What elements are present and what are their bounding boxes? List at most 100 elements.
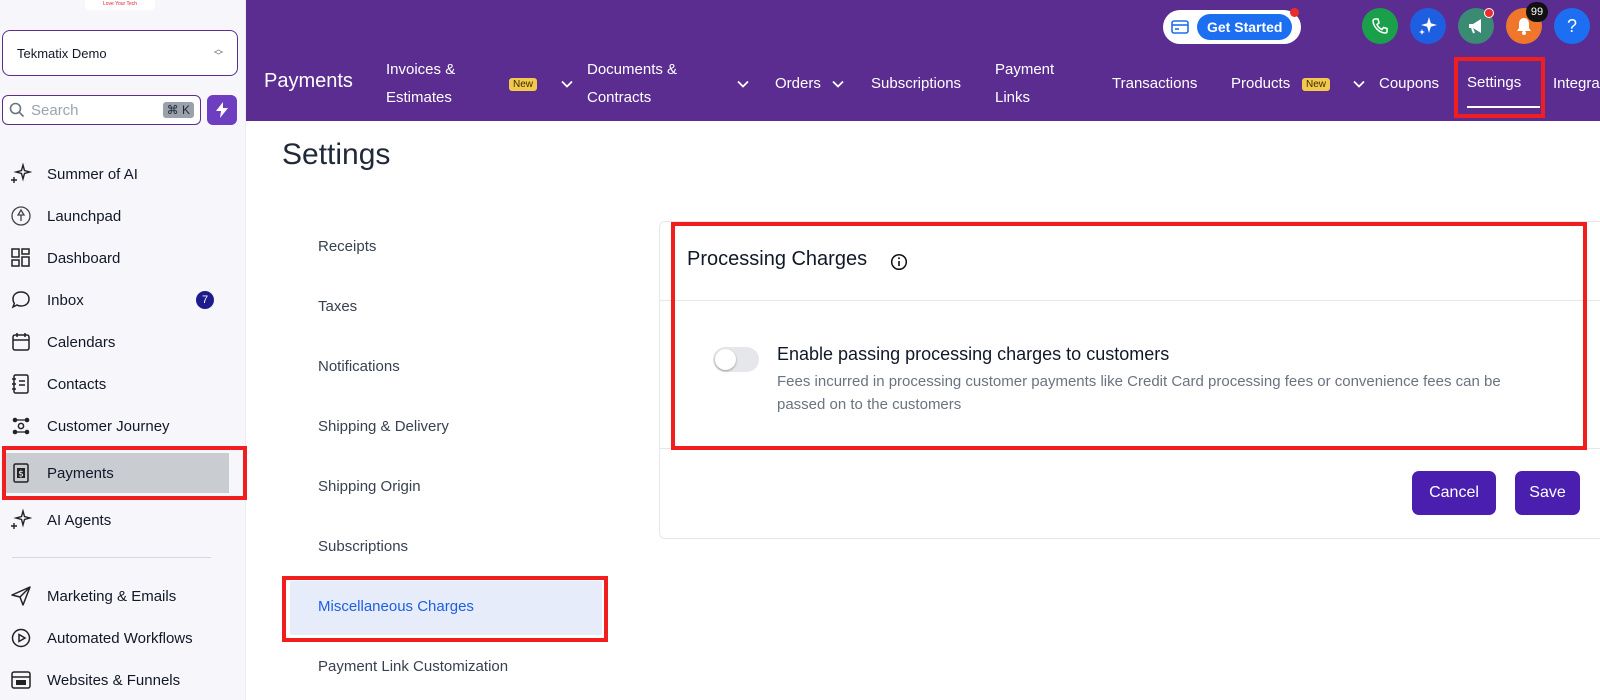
save-button[interactable]: Save — [1515, 471, 1580, 515]
settings-menu-taxes[interactable]: Taxes — [318, 298, 357, 315]
phone-button[interactable] — [1362, 8, 1398, 44]
settings-menu-shipping-origin[interactable]: Shipping Origin — [318, 478, 421, 495]
new-badge-label: New — [1302, 77, 1331, 91]
tab-payment-links[interactable]: Payment Links — [995, 56, 1054, 112]
account-name: Tekmatix Demo — [17, 45, 107, 61]
megaphone-icon — [1469, 19, 1481, 34]
tab-integrations[interactable]: Integra — [1553, 70, 1600, 98]
get-started-label: Get Started — [1197, 14, 1293, 40]
inbox-count-badge: 7 — [196, 291, 214, 309]
tab-transactions[interactable]: Transactions — [1112, 70, 1197, 98]
card-icon — [1171, 20, 1189, 34]
tab-label: Products — [1231, 75, 1291, 92]
cancel-button[interactable]: Cancel — [1412, 471, 1496, 515]
sidebar-item-label: Customer Journey — [47, 417, 170, 435]
sidebar-item-payments[interactable]: $ Payments — [0, 453, 246, 493]
settings-menu-miscellaneous-charges[interactable]: Miscellaneous Charges — [318, 598, 474, 615]
notification-count: 99 — [1526, 2, 1548, 22]
module-title: Payments — [264, 70, 353, 92]
tab-label-line1: Payment — [995, 61, 1055, 78]
tab-products[interactable]: Products — [1231, 70, 1290, 98]
sidebar-item-label: Dashboard — [47, 249, 121, 267]
tab-label: Coupons — [1379, 75, 1440, 92]
tab-label-line1: Documents & — [587, 61, 678, 78]
card-footer-divider — [660, 448, 1600, 449]
tab-label: Subscriptions — [871, 75, 962, 92]
sidebar-item-ai-agents[interactable]: AI Agents — [0, 500, 246, 540]
tab-label: Orders — [775, 75, 821, 92]
ai-assistant-button[interactable] — [1410, 8, 1446, 44]
new-badge-label: New — [509, 77, 538, 91]
sidebar-item-calendars[interactable]: Calendars — [0, 322, 246, 362]
calendar-icon — [10, 331, 32, 353]
lightning-icon — [216, 102, 228, 118]
sidebar-item-contacts[interactable]: Contacts — [0, 364, 246, 404]
search-icon — [9, 102, 25, 118]
sidebar-item-summer-of-ai[interactable]: Summer of AI — [0, 154, 246, 194]
chevron-down-icon[interactable] — [1352, 77, 1366, 91]
sparkle-icon — [1419, 17, 1437, 35]
get-started-button[interactable]: Get Started — [1163, 8, 1301, 44]
new-badge: New — [509, 70, 538, 98]
settings-menu-notifications[interactable]: Notifications — [318, 358, 400, 375]
sidebar-item-automated-workflows[interactable]: Automated Workflows — [0, 618, 246, 658]
tab-label: Transactions — [1112, 75, 1198, 92]
tab-orders[interactable]: Orders — [775, 70, 821, 98]
new-badge: New — [1302, 70, 1331, 98]
search-input[interactable]: Search ⌘ K — [2, 95, 201, 125]
chevron-down-icon[interactable] — [736, 77, 750, 91]
card-divider — [660, 300, 1600, 301]
tab-label-line2: Links — [995, 89, 1031, 106]
toggle-knob — [715, 349, 736, 370]
tab-label-line1: Invoices & — [386, 61, 456, 78]
sidebar-item-websites-funnels[interactable]: Websites & Funnels — [0, 660, 246, 700]
tab-label: Integra — [1553, 75, 1600, 92]
dollar-receipt-icon: $ — [10, 462, 32, 484]
tab-documents-contracts[interactable]: Documents & Contracts — [587, 56, 677, 112]
sparkle-icon — [10, 163, 32, 185]
tab-settings[interactable]: Settings — [1467, 69, 1521, 97]
sidebar-item-dashboard[interactable]: Dashboard — [0, 238, 246, 278]
chat-bubble-icon — [10, 289, 32, 311]
sidebar-item-launchpad[interactable]: Launchpad — [0, 196, 246, 236]
sidebar-item-marketing-emails[interactable]: Marketing & Emails — [0, 576, 246, 616]
tab-coupons[interactable]: Coupons — [1379, 70, 1439, 98]
settings-menu-payment-link-customization[interactable]: Payment Link Customization — [318, 658, 508, 675]
search-shortcut: ⌘ K — [162, 102, 194, 118]
browser-icon — [10, 669, 32, 691]
sidebar-item-label: Calendars — [47, 333, 116, 351]
sidebar-item-label: AI Agents — [47, 511, 112, 529]
tab-invoices-estimates[interactable]: Invoices & Estimates — [386, 56, 455, 112]
announcements-button[interactable] — [1458, 8, 1494, 44]
page-title: Settings — [282, 138, 391, 171]
sidebar-item-label: Marketing & Emails — [47, 587, 177, 605]
settings-menu-shipping-delivery[interactable]: Shipping & Delivery — [318, 418, 449, 435]
quick-action-button[interactable] — [207, 95, 237, 125]
send-icon — [10, 585, 32, 607]
notifications-button[interactable]: 99 — [1506, 2, 1548, 44]
account-switcher[interactable]: Tekmatix Demo ︿ ﹀ — [2, 30, 238, 76]
play-circle-icon — [10, 627, 32, 649]
card-title: Processing Charges — [687, 248, 868, 270]
sidebar-item-label: Automated Workflows — [47, 629, 193, 647]
info-icon[interactable] — [890, 253, 908, 271]
help-icon: ? — [1566, 15, 1577, 36]
chevron-down-icon[interactable] — [831, 77, 845, 91]
settings-menu-receipts[interactable]: Receipts — [318, 238, 376, 255]
tab-label-line2: Estimates — [386, 89, 452, 106]
notification-dot — [1484, 8, 1494, 18]
search-placeholder: Search — [31, 101, 79, 119]
svg-text:$: $ — [18, 470, 24, 480]
tab-label: Settings — [1467, 74, 1522, 91]
settings-menu-subscriptions[interactable]: Subscriptions — [318, 538, 408, 555]
sidebar-item-inbox[interactable]: Inbox 7 — [0, 280, 246, 320]
processing-charges-toggle[interactable] — [713, 347, 759, 372]
help-button[interactable]: ? — [1554, 8, 1590, 44]
sidebar-item-label: Inbox — [47, 291, 84, 309]
tab-subscriptions[interactable]: Subscriptions — [871, 70, 961, 98]
active-item-background — [6, 453, 229, 493]
sidebar-item-customer-journey[interactable]: Customer Journey — [0, 406, 246, 446]
chevron-down-icon[interactable] — [560, 77, 574, 91]
rocket-icon — [10, 205, 32, 227]
phone-icon — [1372, 18, 1388, 34]
